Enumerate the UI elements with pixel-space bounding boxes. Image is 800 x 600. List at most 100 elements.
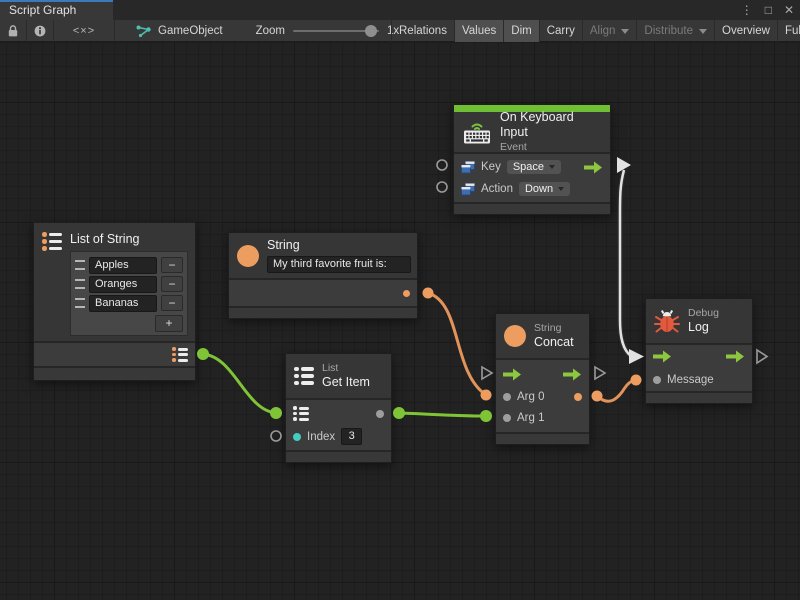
node-title: Get Item <box>322 375 370 391</box>
bug-icon <box>654 309 680 334</box>
list-input-port[interactable] <box>293 406 309 421</box>
arg1-input-port[interactable] <box>503 414 511 422</box>
flow-output-port[interactable] <box>563 368 582 381</box>
distribute-dropdown[interactable]: Distribute <box>636 20 714 42</box>
arg1-row: Arg 1 <box>496 407 589 428</box>
list-input-row <box>286 402 391 425</box>
index-row: Index 3 <box>286 425 391 448</box>
node-list-of-string[interactable]: List of String Apples − Oranges − Ban <box>33 222 196 381</box>
lock-button[interactable] <box>0 20 26 42</box>
list-output-row <box>34 343 195 366</box>
flow-input-port[interactable] <box>503 368 522 381</box>
port-label: Action <box>481 183 513 195</box>
tab-bar: Script Graph ⋮ □ ✕ <box>0 0 800 20</box>
edit-code-button[interactable]: <×> <box>54 20 114 42</box>
flow-input-port[interactable] <box>653 350 672 363</box>
result-output-port[interactable] <box>574 393 582 401</box>
enum-icon <box>461 183 475 196</box>
dim-button[interactable]: Dim <box>503 20 538 42</box>
close-icon[interactable]: ✕ <box>784 0 794 20</box>
zoom-label: Zoom <box>256 25 285 37</box>
list-item-field[interactable]: Oranges <box>89 276 157 293</box>
overview-button[interactable]: Overview <box>714 20 777 42</box>
relations-button[interactable]: Relations <box>391 20 454 42</box>
key-dropdown[interactable]: Space <box>507 160 561 174</box>
full-screen-button[interactable]: Full Screen <box>777 20 800 42</box>
list-item-field[interactable]: Apples <box>89 257 157 274</box>
list-item-field[interactable]: Bananas <box>89 295 157 312</box>
gameobject-target-button[interactable]: GameObject <box>129 20 230 42</box>
tab-accent-line <box>0 0 113 2</box>
node-title: List of String <box>70 232 188 248</box>
dropdown-arrow-icon <box>558 187 564 191</box>
port-row-action: Action Down <box>454 178 610 200</box>
align-dropdown[interactable]: Align <box>582 20 637 42</box>
zoom-slider[interactable] <box>293 30 379 32</box>
code-icon: <×> <box>73 25 95 37</box>
list-item-row: Apples − <box>75 257 183 274</box>
node-footer <box>229 308 417 318</box>
node-on-keyboard-input[interactable]: On Keyboard Input Event Key Space <box>453 104 611 215</box>
zoom-control: Zoom 1x <box>256 25 400 37</box>
chevron-down-icon <box>699 29 707 34</box>
node-string-literal[interactable]: String My third favorite fruit is: <box>228 232 418 319</box>
message-row: Message <box>646 368 752 391</box>
drag-handle-icon[interactable] <box>75 279 85 289</box>
chevron-down-icon <box>621 29 629 34</box>
lock-icon <box>7 24 19 38</box>
node-title: On Keyboard Input <box>500 110 602 141</box>
list-item-row: Oranges − <box>75 276 183 293</box>
index-field[interactable]: 3 <box>341 428 362 445</box>
keyboard-icon <box>462 120 492 144</box>
node-get-item[interactable]: List Get Item Index 3 <box>285 353 392 463</box>
enum-icon <box>461 161 475 174</box>
node-debug-log[interactable]: Debug Log Message <box>645 298 753 404</box>
arg0-row: Arg 0 <box>496 386 589 407</box>
node-category: Debug <box>688 307 719 320</box>
action-dropdown[interactable]: Down <box>519 182 570 196</box>
zoom-slider-handle[interactable] <box>365 25 377 37</box>
arg0-input-port[interactable] <box>503 393 511 401</box>
node-footer <box>646 393 752 403</box>
remove-item-button[interactable]: − <box>161 276 183 292</box>
node-title: String <box>267 238 411 254</box>
list-output-port[interactable] <box>172 347 188 362</box>
drag-handle-icon[interactable] <box>75 298 85 308</box>
graph-toolbar: <×> GameObject Zoom 1x Relations Values … <box>0 20 800 42</box>
list-item-row: Bananas − <box>75 295 183 312</box>
port-label: Key <box>481 161 501 173</box>
string-output-row <box>229 280 417 306</box>
dropdown-arrow-icon <box>549 165 555 169</box>
flow-output-port[interactable] <box>726 350 745 363</box>
string-value-field[interactable]: My third favorite fruit is: <box>267 256 411 273</box>
drag-handle-icon[interactable] <box>75 260 85 270</box>
string-output-port[interactable] <box>403 290 410 297</box>
item-output-port[interactable] <box>376 410 384 418</box>
port-label: Message <box>667 374 714 386</box>
index-input-port[interactable] <box>293 433 301 441</box>
remove-item-button[interactable]: − <box>161 295 183 311</box>
list-icon <box>42 232 62 251</box>
flow-output-port[interactable] <box>584 161 603 174</box>
node-footer <box>454 204 610 214</box>
string-type-icon <box>237 245 259 267</box>
message-input-port[interactable] <box>653 376 661 384</box>
values-button[interactable]: Values <box>454 20 503 42</box>
remove-item-button[interactable]: − <box>161 257 183 273</box>
node-footer <box>286 452 391 462</box>
flow-row <box>496 363 589 386</box>
node-category: String <box>534 322 574 335</box>
add-item-button[interactable]: + <box>155 315 183 332</box>
maximize-icon[interactable]: □ <box>765 0 772 20</box>
node-title: Concat <box>534 335 574 351</box>
list-icon <box>294 367 314 386</box>
node-subtitle: Event <box>500 141 602 154</box>
tab-script-graph[interactable]: Script Graph <box>0 0 113 20</box>
node-footer <box>496 434 589 444</box>
info-button[interactable] <box>27 20 53 42</box>
carry-button[interactable]: Carry <box>539 20 582 42</box>
kebab-menu-icon[interactable]: ⋮ <box>741 0 753 20</box>
node-title: Log <box>688 320 719 336</box>
node-concat[interactable]: String Concat Arg 0 Arg 1 <box>495 313 590 445</box>
string-type-icon <box>504 325 526 347</box>
